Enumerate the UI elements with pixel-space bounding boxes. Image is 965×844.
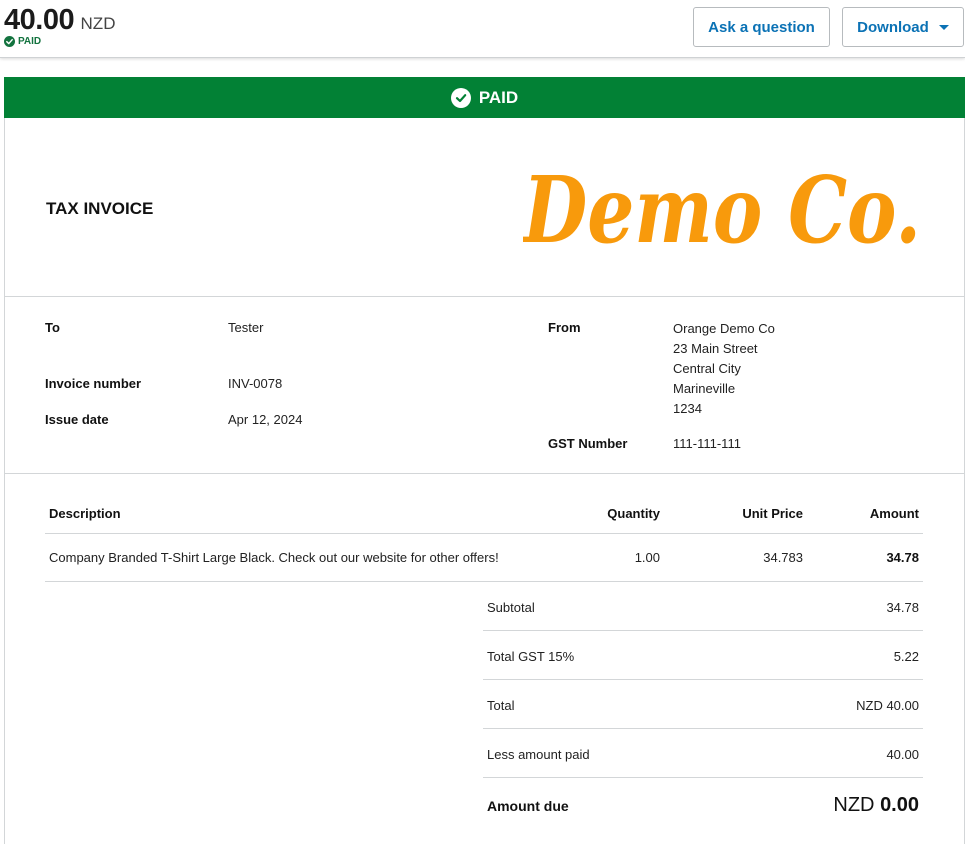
gst-total-value: 5.22 bbox=[893, 649, 919, 664]
paid-status-badge: PAID bbox=[4, 36, 41, 47]
download-button[interactable]: Download bbox=[842, 7, 964, 47]
subtotal-label: Subtotal bbox=[487, 600, 535, 615]
paid-status-text: PAID bbox=[18, 36, 42, 47]
amount-due-value: NZD 0.00 bbox=[719, 794, 919, 817]
total-label: Total bbox=[487, 698, 515, 713]
download-button-label: Download bbox=[857, 18, 929, 36]
summary-rule bbox=[483, 728, 923, 729]
address-line: 1234 bbox=[673, 401, 702, 416]
check-circle-icon bbox=[450, 87, 471, 108]
column-header-description: Description bbox=[49, 506, 121, 521]
amount-currency: NZD bbox=[80, 14, 116, 33]
gst-number-value: 111-111-111 bbox=[673, 436, 741, 451]
table-header-rule bbox=[45, 533, 923, 534]
invoice-header-bar: 40.00 NZD PAID Ask a question Download bbox=[0, 0, 965, 58]
summary-rule bbox=[483, 630, 923, 631]
column-header-unit-price: Unit Price bbox=[742, 506, 803, 521]
address-line: Marineville bbox=[673, 381, 736, 396]
from-address: Orange Demo Co 23 Main Street Central Ci… bbox=[673, 319, 775, 419]
column-header-amount: Amount bbox=[869, 506, 919, 521]
gst-total-label: Total GST 15% bbox=[487, 649, 575, 664]
address-line: Orange Demo Co bbox=[673, 321, 775, 336]
line-item-unit-price: 34.783 bbox=[763, 550, 803, 565]
amount-due-number: 0.00 bbox=[880, 794, 919, 816]
amount-due-currency: NZD bbox=[833, 794, 875, 816]
summary-rule bbox=[483, 679, 923, 680]
paid-banner-text: PAID bbox=[478, 87, 519, 107]
check-circle-icon bbox=[4, 36, 15, 47]
address-line: 23 Main Street bbox=[673, 341, 758, 356]
logo-text: Demo Co. bbox=[523, 156, 921, 260]
issue-date-value: Apr 12, 2024 bbox=[228, 412, 303, 427]
invoice-number-label: Invoice number bbox=[45, 376, 142, 391]
table-row-rule bbox=[45, 581, 923, 582]
gst-number-label: GST Number bbox=[548, 436, 628, 451]
subtotal-value: 34.78 bbox=[886, 600, 919, 615]
company-logo: Demo Co. bbox=[523, 156, 921, 260]
invoice-document: PAID TAX INVOICE Demo Co. To Tester Invo… bbox=[4, 77, 965, 844]
amount-due-label: Amount due bbox=[487, 798, 569, 814]
amount-paid-label: Less amount paid bbox=[487, 747, 590, 762]
address-line: Central City bbox=[673, 361, 741, 376]
divider bbox=[5, 296, 964, 297]
line-item-description: Company Branded T-Shirt Large Black. Che… bbox=[49, 550, 499, 565]
column-header-quantity: Quantity bbox=[607, 506, 660, 521]
caret-down-icon bbox=[938, 24, 949, 30]
amount-paid-value: 40.00 bbox=[886, 747, 919, 762]
document-title: TAX INVOICE bbox=[46, 199, 154, 218]
paid-banner: PAID bbox=[4, 77, 965, 118]
line-item-amount: 34.78 bbox=[886, 550, 919, 565]
total-value: NZD 40.00 bbox=[856, 698, 919, 713]
issue-date-label: Issue date bbox=[45, 412, 109, 427]
to-value: Tester bbox=[228, 320, 264, 335]
ask-question-button[interactable]: Ask a question bbox=[693, 7, 830, 47]
line-item-quantity: 1.00 bbox=[634, 550, 660, 565]
invoice-number-value: INV-0078 bbox=[228, 376, 283, 391]
summary-rule bbox=[483, 777, 923, 778]
from-label: From bbox=[548, 320, 581, 335]
divider bbox=[5, 473, 964, 474]
invoice-amount: 40.00 NZD bbox=[4, 4, 115, 37]
amount-value: 40.00 bbox=[4, 4, 75, 36]
to-label: To bbox=[45, 320, 60, 335]
